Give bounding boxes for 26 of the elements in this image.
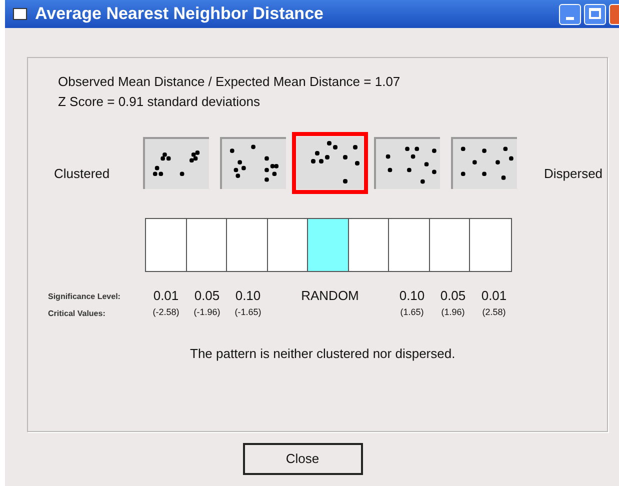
row-label: Critical Values:: [48, 308, 106, 320]
significance-value: 0.01: [153, 287, 179, 304]
close-button[interactable]: Close: [242, 443, 362, 475]
critical-value: (-1.96): [194, 306, 220, 319]
window-icon: [13, 8, 27, 20]
dispersed-label: Dispersed: [544, 165, 603, 184]
critical-value: (1.96): [441, 306, 465, 319]
close-icon[interactable]: [609, 4, 619, 24]
significance-value: 0.10: [399, 287, 425, 304]
significance-value: 0.10: [235, 287, 261, 304]
minimize-button[interactable]: [559, 4, 581, 24]
critical-value: (-2.58): [152, 306, 180, 319]
maximize-button[interactable]: [584, 4, 606, 24]
significance-value: 0.05: [440, 287, 466, 304]
significance-value: 0.01: [481, 287, 507, 304]
significance-value: RANDOM: [301, 287, 359, 304]
significance-value: 0.05: [194, 287, 220, 304]
row-label: Significance Level:: [48, 291, 122, 303]
critical-value: (1.65): [400, 306, 424, 319]
clustered-label: Clustered: [54, 165, 111, 184]
critical-value: (2.58): [482, 306, 506, 319]
window-title: Average Nearest Neighbor Distance: [35, 3, 324, 26]
summary-text: Observed Mean Distance / Expected Mean Distance = 1.07: [58, 73, 400, 91]
critical-value: (-1.65): [234, 306, 262, 319]
result-message: The pattern is neither clustered nor dispersed.: [190, 345, 456, 363]
summary-text: Z Score = 0.91 standard deviations: [58, 93, 260, 111]
